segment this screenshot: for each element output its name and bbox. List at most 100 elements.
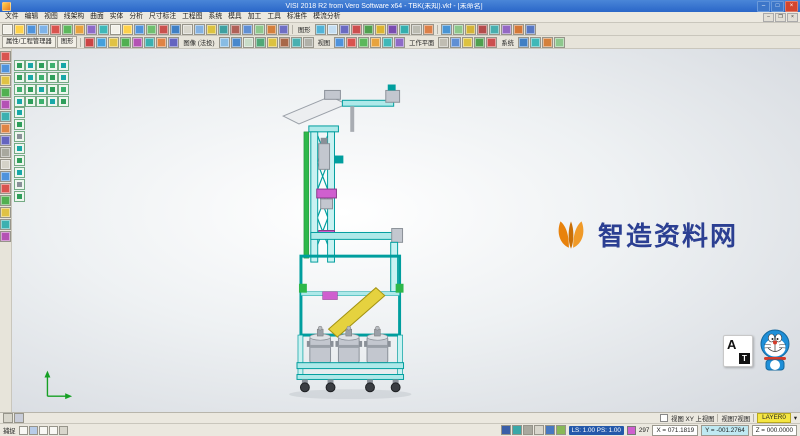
view-name-label[interactable]: 视图7视图 — [721, 414, 750, 423]
palette-icon[interactable] — [47, 96, 58, 107]
toolbar-icon[interactable] — [266, 24, 277, 35]
toolbar-icon[interactable] — [0, 231, 11, 242]
toolbar-icon[interactable] — [518, 37, 529, 48]
toolbar-icon[interactable] — [303, 37, 314, 48]
toolbar-icon[interactable] — [120, 37, 131, 48]
toolbar-icon[interactable] — [38, 24, 49, 35]
toolbar-icon[interactable] — [267, 37, 278, 48]
toolbar-icon[interactable] — [242, 24, 253, 35]
mdi-minimize-button[interactable]: – — [763, 13, 774, 22]
status-tool-icon[interactable] — [501, 425, 511, 435]
toolbar-icon[interactable] — [375, 24, 386, 35]
toolbar-icon[interactable] — [74, 24, 85, 35]
toolbar-icon[interactable] — [474, 37, 485, 48]
close-button[interactable]: × — [785, 1, 798, 12]
palette-icon[interactable] — [14, 96, 25, 107]
palette-icon[interactable] — [36, 84, 47, 95]
toolbar-icon[interactable] — [394, 37, 405, 48]
toolbar-icon[interactable] — [0, 75, 11, 86]
toolbar-icon[interactable] — [0, 183, 11, 194]
toolbar-icon[interactable] — [450, 37, 461, 48]
toolbar-icon[interactable] — [26, 24, 37, 35]
toolbar-icon[interactable] — [453, 24, 464, 35]
toolbar-icon[interactable] — [50, 24, 61, 35]
palette-icon[interactable] — [14, 72, 25, 83]
toolbar-icon[interactable] — [134, 24, 145, 35]
toolbar-icon[interactable] — [146, 24, 157, 35]
toolbar-icon[interactable] — [399, 24, 410, 35]
toolbar-icon[interactable] — [243, 37, 254, 48]
toolbar-icon[interactable] — [346, 37, 357, 48]
palette-icon[interactable] — [58, 84, 69, 95]
menu-item[interactable]: 标准件 — [284, 14, 310, 21]
toolbar-icon[interactable] — [96, 37, 107, 48]
palette-icon[interactable] — [58, 96, 69, 107]
toolbar-icon[interactable] — [291, 37, 302, 48]
toolbar-icon[interactable] — [489, 24, 500, 35]
palette-icon[interactable] — [47, 60, 58, 71]
layer-dropdown-icon[interactable]: ▾ — [794, 415, 797, 422]
status-tool-icon[interactable] — [523, 425, 533, 435]
palette-icon[interactable] — [47, 72, 58, 83]
toolbar-icon[interactable] — [525, 24, 536, 35]
snap-toggle[interactable] — [49, 426, 58, 435]
status-tool-icon[interactable] — [512, 425, 522, 435]
menu-item[interactable]: 文件 — [2, 14, 22, 21]
viewport-3d[interactable]: 智造资料网 A T — [12, 49, 800, 412]
snap-toggle[interactable] — [59, 426, 68, 435]
menu-item[interactable]: 分析 — [126, 14, 146, 21]
toolbar-icon[interactable] — [156, 37, 167, 48]
toolbar-icon[interactable] — [0, 159, 11, 170]
palette-icon[interactable] — [14, 60, 25, 71]
toolbar-icon[interactable] — [158, 24, 169, 35]
toolbar-icon[interactable] — [0, 63, 11, 74]
toolbar-icon[interactable] — [477, 24, 488, 35]
palette-icon[interactable] — [58, 72, 69, 83]
toolbar-icon[interactable] — [501, 24, 512, 35]
snap-toggle[interactable] — [29, 426, 38, 435]
title-bar[interactable]: VISI 2018 R2 from Vero Software x64 - TB… — [0, 0, 800, 12]
menu-item[interactable]: 编辑 — [22, 14, 42, 21]
palette-icon[interactable] — [25, 60, 36, 71]
toolbar-icon[interactable] — [62, 24, 73, 35]
palette-icon[interactable] — [25, 96, 36, 107]
palette-icon[interactable] — [36, 72, 47, 83]
toolbar-icon[interactable] — [0, 135, 11, 146]
toolbar-icon[interactable] — [554, 37, 565, 48]
toolbar-icon[interactable] — [219, 37, 230, 48]
toolbar-icon[interactable] — [334, 37, 345, 48]
menu-item[interactable]: 模流分析 — [310, 14, 343, 21]
toolbar-icon[interactable] — [168, 37, 179, 48]
toolbar-icon[interactable] — [170, 24, 181, 35]
toolbar-icon[interactable] — [110, 24, 121, 35]
toolbar-icon[interactable] — [351, 24, 362, 35]
palette-icon[interactable] — [47, 84, 58, 95]
toolbar-icon[interactable] — [84, 37, 95, 48]
current-color-swatch[interactable] — [627, 426, 636, 435]
toolbar-icon[interactable] — [382, 37, 393, 48]
toolbar-icon[interactable] — [231, 37, 242, 48]
status-icon[interactable] — [14, 413, 24, 423]
toolbar-icon[interactable] — [182, 24, 193, 35]
menu-item[interactable]: 模具 — [225, 14, 245, 21]
view-checkbox[interactable] — [660, 414, 668, 422]
maximize-button[interactable]: □ — [771, 1, 784, 12]
toolbar-icon[interactable] — [462, 37, 473, 48]
snap-toggle[interactable] — [19, 426, 28, 435]
menu-item[interactable]: 工程图 — [179, 14, 205, 21]
toolbar-icon[interactable] — [358, 37, 369, 48]
toolbar-icon[interactable] — [363, 24, 374, 35]
toolbar-icon[interactable] — [194, 24, 205, 35]
mdi-close-button[interactable]: × — [787, 13, 798, 22]
toolbar-icon[interactable] — [108, 37, 119, 48]
toolbar-icon[interactable] — [278, 24, 289, 35]
toolbar-icon[interactable] — [0, 123, 11, 134]
menu-item[interactable]: 线架构 — [61, 14, 87, 21]
status-tool-icon[interactable] — [534, 425, 544, 435]
palette-icon[interactable] — [14, 119, 25, 130]
menu-item[interactable]: 系统 — [206, 14, 226, 21]
toolbar-icon[interactable] — [370, 37, 381, 48]
toolbar-icon[interactable] — [315, 24, 326, 35]
palette-icon[interactable] — [14, 143, 25, 154]
toolbar-icon[interactable] — [423, 24, 434, 35]
